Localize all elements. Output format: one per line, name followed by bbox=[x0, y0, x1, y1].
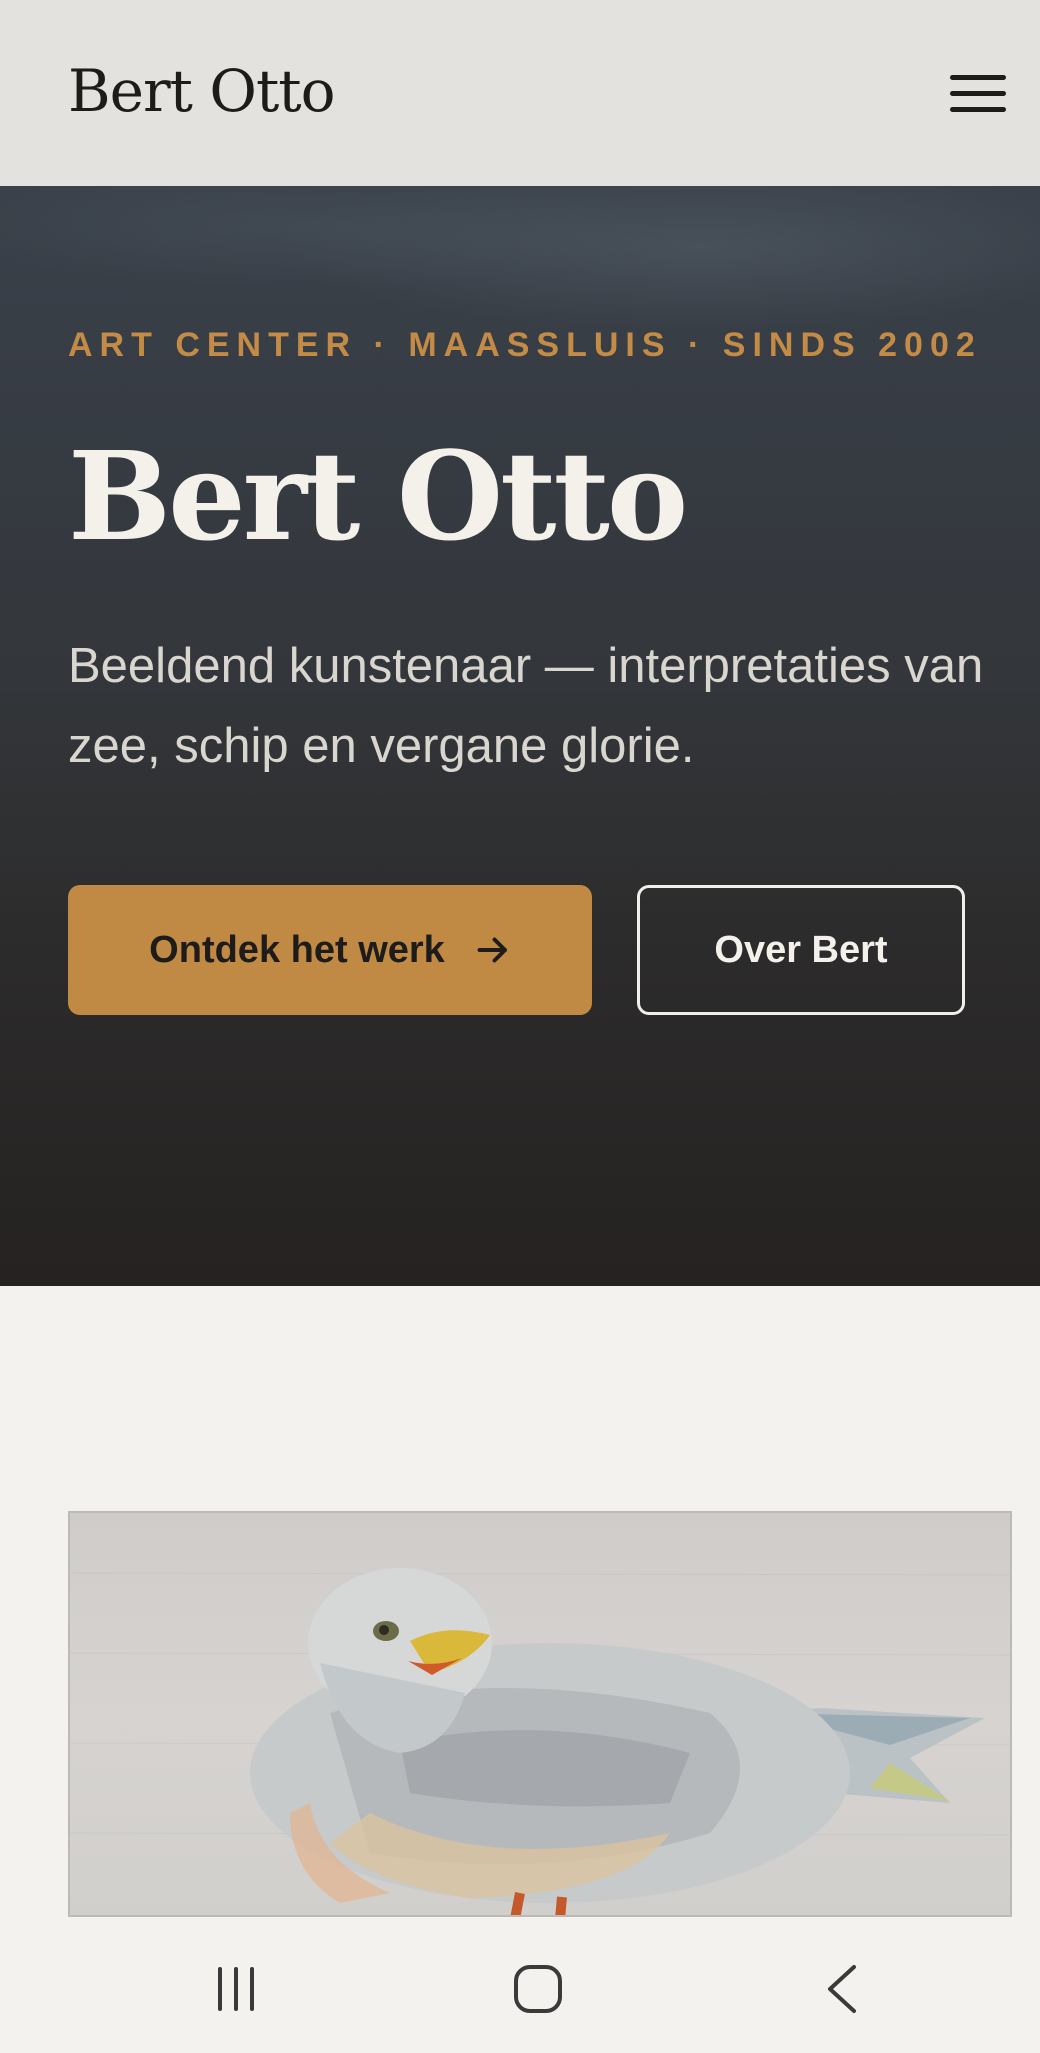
menu-line bbox=[950, 90, 1006, 96]
home-icon[interactable] bbox=[508, 1959, 568, 2019]
about-bert-button[interactable]: Over Bert bbox=[637, 885, 965, 1015]
menu-line bbox=[950, 106, 1006, 112]
seagull-painting bbox=[70, 1568, 1010, 1915]
menu-line bbox=[950, 74, 1006, 80]
hero-title: Bert Otto bbox=[68, 424, 688, 568]
back-icon[interactable] bbox=[812, 1959, 872, 2019]
discover-work-button[interactable]: Ontdek het werk bbox=[68, 885, 592, 1015]
discover-work-label: Ontdek het werk bbox=[149, 928, 445, 971]
hamburger-menu-icon[interactable] bbox=[950, 62, 1012, 124]
hero-eyebrow: ART CENTER · MAASSLUIS · SINDS 2002 bbox=[68, 326, 982, 364]
hero-subtitle: Beeldend kunstenaar — interpretaties van… bbox=[68, 639, 984, 773]
about-bert-label: Over Bert bbox=[714, 928, 888, 971]
site-header: Bert Otto bbox=[0, 0, 1040, 186]
system-navigation-bar bbox=[0, 1917, 1040, 2053]
recent-apps-icon[interactable] bbox=[206, 1959, 266, 2019]
arrow-right-icon bbox=[477, 937, 507, 963]
hero-section: ART CENTER · MAASSLUIS · SINDS 2002 Bert… bbox=[0, 186, 1040, 1286]
artwork-image[interactable] bbox=[68, 1511, 1012, 1917]
site-logo[interactable]: Bert Otto bbox=[68, 57, 335, 125]
